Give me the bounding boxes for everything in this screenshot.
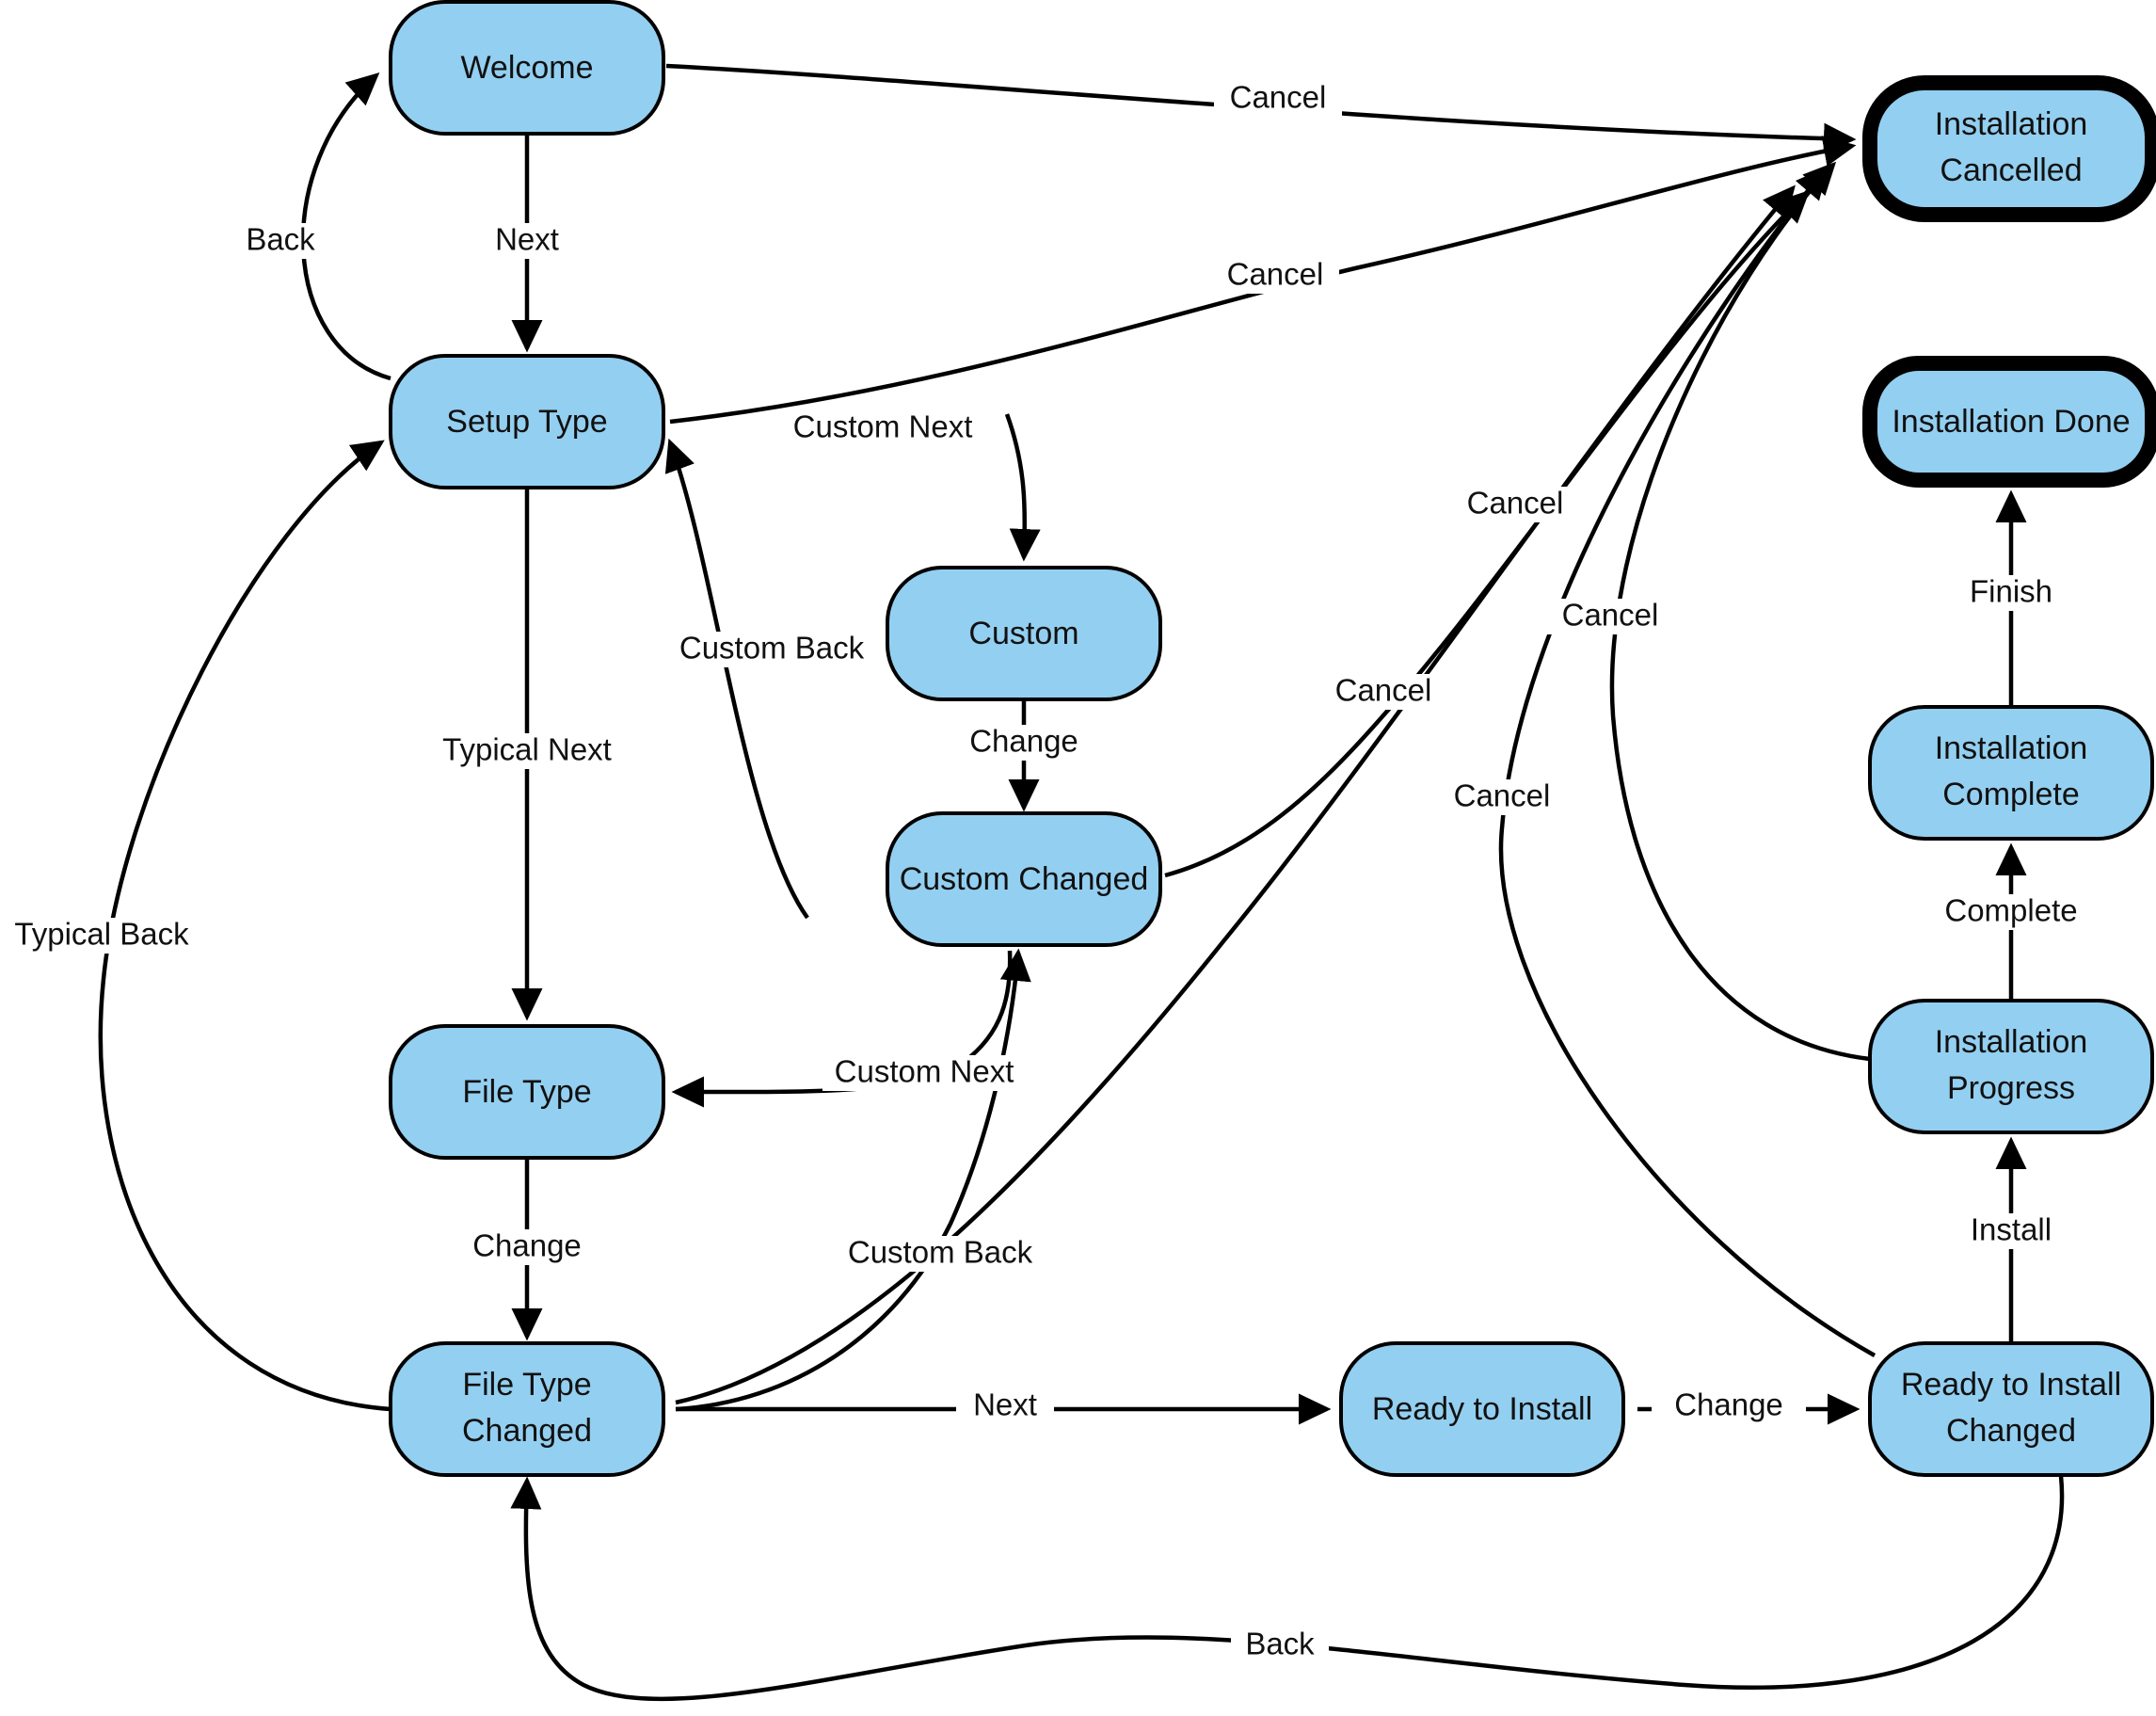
edge-label-install: Install <box>1971 1212 2052 1247</box>
edge-label-group: Cancel <box>1319 673 1447 710</box>
edge-label-custom-next-setup: Custom Next <box>793 409 973 444</box>
edge-label-group: Typical Back <box>0 917 203 954</box>
edge-label-complete: Complete <box>1944 893 2077 928</box>
edge-label-group: Typical Next <box>425 732 629 769</box>
node-installation-complete[interactable]: Installation Complete <box>1868 705 2154 841</box>
node-custom[interactable]: Custom <box>886 566 1162 701</box>
node-installation-done[interactable]: Installation Done <box>1862 356 2156 488</box>
edge-rtic-back-ftc <box>510 1475 2065 1702</box>
edge-label-group: Cancel <box>1211 257 1339 294</box>
edge-setup-customnext-custom <box>1004 413 1041 562</box>
edge-label-group: Back <box>232 222 329 259</box>
edge-label-change-rti: Change <box>1674 1387 1783 1422</box>
node-file-type-changed[interactable]: File Type Changed <box>389 1341 665 1477</box>
edge-rtic-cancel <box>1498 166 1877 1357</box>
edge-label-group: Custom Next <box>781 409 984 446</box>
edge-label-group: Next <box>956 1387 1054 1424</box>
edge-label-custom-next-filetype: Custom Next <box>835 1054 1014 1089</box>
edge-label-cancel-welcome: Cancel <box>1230 80 1327 115</box>
edge-label-cancel-ftc: Cancel <box>1467 486 1564 521</box>
state-machine-diagram: Back Next Cancel Cancel Custom Next Cust… <box>0 0 2156 1702</box>
edge-label-typical-next: Typical Next <box>442 732 612 767</box>
state-diagram-canvas: Back Next Cancel Cancel Custom Next Cust… <box>0 0 2156 1716</box>
edge-label-group: Custom Next <box>822 1054 1026 1091</box>
edge-label-group: Change <box>450 1228 604 1265</box>
edge-label-next-setup: Next <box>495 222 559 257</box>
edge-customchanged-cancel <box>1164 189 1811 878</box>
edge-ftc-customback-customchanged <box>675 948 1031 1412</box>
edge-label-group: Complete <box>1928 893 2094 930</box>
node-installation-progress[interactable]: Installation Progress <box>1868 999 2154 1134</box>
edge-label-group: Custom Back <box>838 1235 1042 1272</box>
edge-label-group: Cancel <box>1438 778 1566 815</box>
node-ready-to-install-changed[interactable]: Ready to Install Changed <box>1868 1341 2154 1477</box>
edge-label-custom-back-customchanged: Custom Back <box>848 1235 1033 1270</box>
edge-custom-customback-setup <box>664 438 809 920</box>
node-setup-type[interactable]: Setup Type <box>389 354 665 489</box>
edge-label-cancel-customchanged: Cancel <box>1335 673 1432 708</box>
edge-label-change-custom: Change <box>969 724 1078 759</box>
nodes-layer: Welcome Setup Type Custom Custom Changed… <box>389 0 2156 1477</box>
edge-label-back-welcome: Back <box>246 222 315 257</box>
edge-label-group: Change <box>1652 1387 1806 1424</box>
edge-label-group: Install <box>1947 1212 2075 1249</box>
edge-label-custom-back-setup: Custom Back <box>679 631 865 666</box>
node-welcome[interactable]: Welcome <box>389 0 665 136</box>
edge-label-cancel-progress: Cancel <box>1562 598 1659 633</box>
edge-label-group: Next <box>478 222 576 259</box>
edge-label-cancel-rtic: Cancel <box>1454 778 1551 813</box>
edge-label-group: Custom Back <box>670 631 873 667</box>
edge-label-group: Change <box>947 724 1101 761</box>
edge-label-group: Finish <box>1953 574 2069 611</box>
edge-label-next-rti: Next <box>973 1387 1037 1422</box>
edge-label-change-filetype: Change <box>472 1228 582 1263</box>
node-ready-to-install[interactable]: Ready to Install <box>1339 1341 1625 1477</box>
edge-label-group: Cancel <box>1451 486 1579 522</box>
edge-label-group: Back <box>1231 1627 1329 1663</box>
edge-label-back-ftc: Back <box>1245 1627 1315 1661</box>
edge-label-group: Cancel <box>1546 598 1674 634</box>
edge-label-finish: Finish <box>1970 574 2052 609</box>
node-file-type[interactable]: File Type <box>389 1024 665 1160</box>
edge-label-group: Cancel <box>1214 80 1342 117</box>
edge-label-cancel-setup: Cancel <box>1227 257 1324 292</box>
edge-label-typical-back: Typical Back <box>14 917 189 952</box>
node-custom-changed[interactable]: Custom Changed <box>886 811 1162 947</box>
node-installation-cancelled[interactable]: Installation Cancelled <box>1862 75 2156 222</box>
